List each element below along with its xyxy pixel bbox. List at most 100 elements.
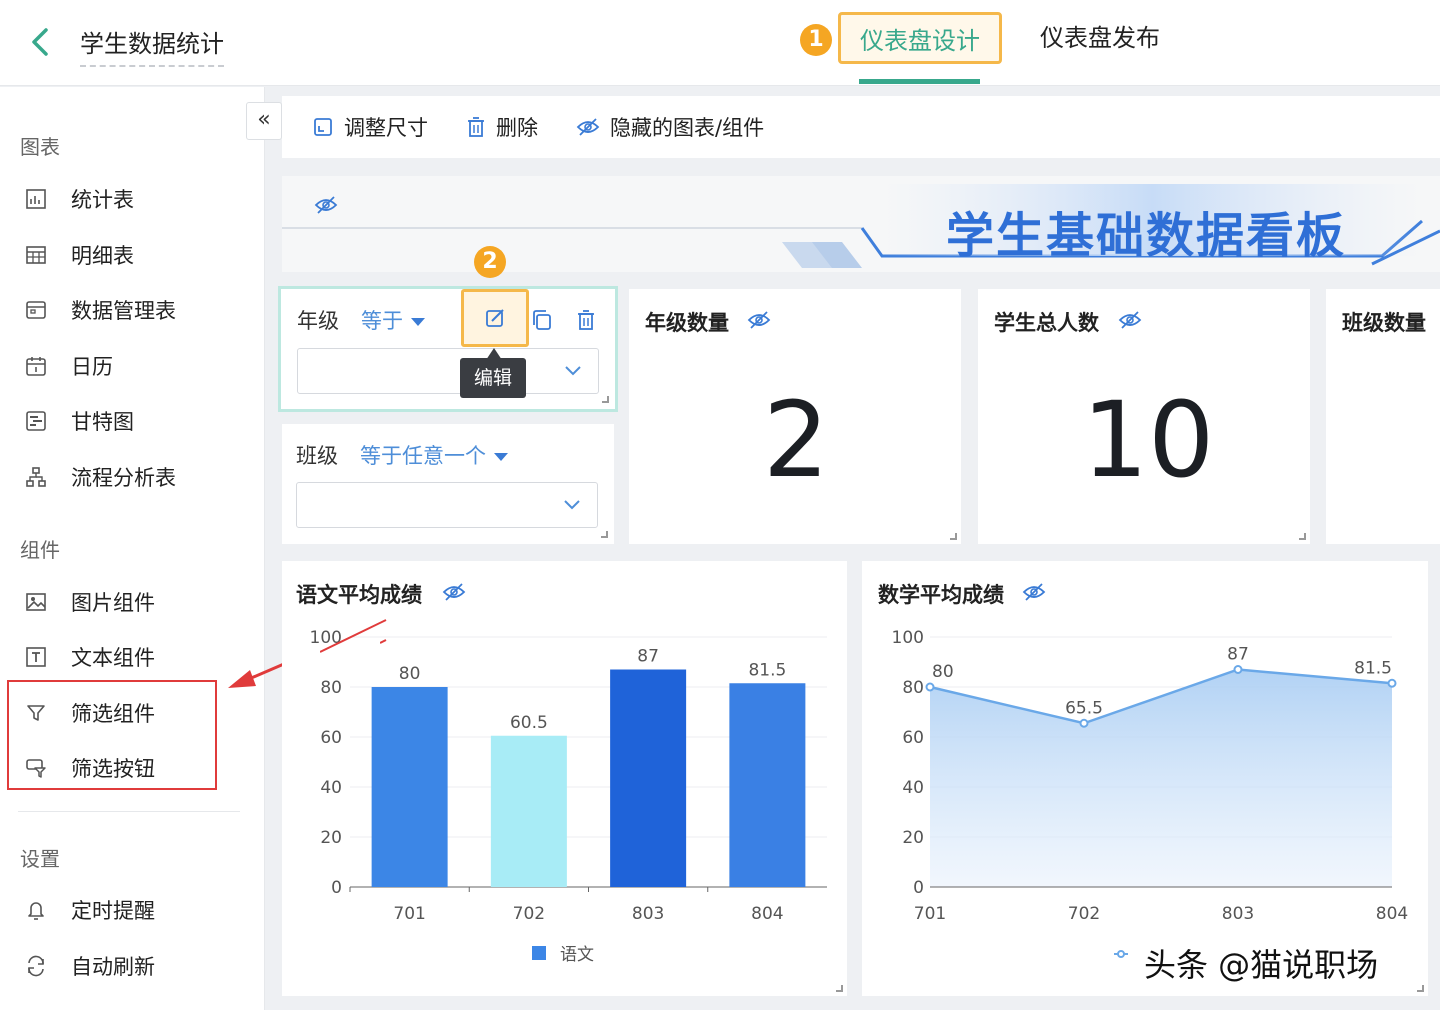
x-tick-label: 701 [914, 904, 946, 924]
y-tick-label: 40 [320, 778, 342, 798]
sidebar-item-data-manage[interactable]: 数据管理表 [0, 290, 240, 330]
data-label: 81.5 [748, 660, 786, 680]
filter-field-label: 班级 [296, 444, 338, 468]
x-tick-label: 803 [632, 904, 664, 924]
stat-table-icon [26, 189, 46, 209]
class-select[interactable] [296, 482, 598, 528]
grade-select[interactable] [297, 348, 599, 394]
sidebar-item-detail-table[interactable]: 明细表 [0, 235, 240, 275]
data-point [1233, 665, 1243, 674]
filter-operator-dropdown[interactable]: 等于 [361, 305, 425, 335]
sidebar-item-image[interactable]: 图片组件 [0, 582, 240, 622]
gantt-icon [26, 411, 46, 431]
sidebar-item-gantt[interactable]: 甘特图 [0, 401, 240, 441]
kpi-value: 2 [763, 379, 830, 501]
annotation-arrow-tail [320, 619, 387, 653]
filter-card-class[interactable]: 班级 等于任意一个 [282, 424, 614, 544]
eye-off-icon [576, 118, 600, 136]
filter-operator-dropdown[interactable]: 等于任意一个 [360, 440, 508, 470]
detail-table-icon [26, 246, 46, 264]
kpi-title: 学生总人数 [994, 311, 1099, 335]
tab-dashboard-publish[interactable]: 仪表盘发布 [1020, 12, 1180, 64]
kpi-value: 10 [1082, 379, 1215, 501]
chart-card-math[interactable]: 数学平均成绩 0 20 40 60 80 100 80 701 65.5 702 87 803 81.5… [862, 561, 1428, 996]
kpi-title: 年级数量 [645, 311, 729, 335]
resize-handle[interactable] [950, 533, 957, 540]
section-label-components: 组件 [20, 538, 60, 562]
caret-down-icon [411, 318, 425, 326]
x-tick-label: 804 [1376, 904, 1408, 924]
chevron-down-icon [565, 366, 581, 376]
hidden-label: 隐藏的图表/组件 [610, 116, 765, 140]
bar [371, 687, 448, 887]
edit-button[interactable] [461, 289, 529, 347]
x-tick-label: 804 [751, 904, 783, 924]
data-label: 65.5 [1065, 698, 1103, 718]
resize-handle[interactable] [601, 531, 608, 538]
sidebar: 图表 统计表 明细表 数据管理表 日历 甘特图 流程分析表 组件 图片组件 文本… [0, 87, 265, 1010]
sidebar-item-calendar[interactable]: 日历 [0, 346, 240, 386]
resize-handle[interactable] [1417, 985, 1424, 992]
kpi-card-class-count[interactable]: 班级数量 [1326, 289, 1440, 544]
delete-label: 删除 [496, 116, 538, 140]
step-badge-1: 1 [800, 24, 832, 56]
tab-dashboard-design[interactable]: 仪表盘设计 [838, 12, 1002, 64]
sidebar-item-text[interactable]: 文本组件 [0, 637, 240, 677]
y-tick-label: 20 [902, 828, 924, 848]
data-label: 80 [932, 662, 954, 682]
eye-off-icon[interactable] [1118, 309, 1142, 331]
image-icon [26, 593, 46, 611]
data-label: 60.5 [510, 713, 548, 733]
data-manage-icon [26, 301, 46, 319]
copy-icon[interactable] [531, 309, 553, 331]
filter-operator-label: 等于 [361, 309, 403, 333]
back-arrow-icon[interactable] [26, 24, 56, 60]
kpi-card-student-total[interactable]: 学生总人数 10 [978, 289, 1310, 544]
app-title[interactable]: 学生数据统计 [80, 24, 224, 67]
filter-operator-label: 等于任意一个 [360, 444, 486, 468]
resize-icon [314, 118, 332, 136]
y-tick-label: 60 [320, 728, 342, 748]
sidebar-item-label: 文本组件 [71, 646, 155, 670]
resize-handle[interactable] [1299, 533, 1306, 540]
dashboard-banner: 学生基础数据看板 [282, 176, 1440, 272]
sidebar-item-label: 日历 [71, 355, 113, 379]
bar [610, 669, 687, 887]
top-bar: 学生数据统计 1 仪表盘设计 仪表盘发布 [0, 0, 1440, 86]
y-tick-label: 0 [331, 878, 342, 898]
sidebar-item-stat-table[interactable]: 统计表 [0, 179, 240, 219]
data-label: 87 [637, 647, 659, 667]
data-label: 87 [1227, 645, 1249, 665]
kpi-card-grade-count[interactable]: 年级数量 2 [629, 289, 961, 544]
sidebar-item-auto-refresh[interactable]: 自动刷新 [0, 946, 240, 986]
trash-icon[interactable] [576, 309, 596, 331]
calendar-icon [26, 357, 46, 376]
y-tick-label: 0 [913, 878, 924, 898]
collapse-sidebar-button[interactable]: « [246, 102, 282, 140]
highlight-box-filter-items [7, 680, 217, 790]
sidebar-item-reminder[interactable]: 定时提醒 [0, 890, 240, 930]
sidebar-item-flow[interactable]: 流程分析表 [0, 457, 240, 497]
section-label-charts: 图表 [20, 135, 60, 159]
active-tab-indicator [859, 79, 980, 84]
resize-handle[interactable] [602, 396, 609, 403]
y-tick-label: 100 [892, 628, 924, 648]
data-point [1079, 718, 1089, 728]
x-tick-label: 702 [513, 904, 545, 924]
sidebar-item-label: 自动刷新 [71, 955, 155, 979]
y-tick-label: 20 [320, 828, 342, 848]
kpi-title: 班级数量 [1342, 311, 1426, 335]
y-tick-label: 80 [902, 678, 924, 698]
resize-handle[interactable] [836, 985, 843, 992]
banner-title: 学生基础数据看板 [946, 208, 1347, 264]
legend-label: 语文 [560, 945, 594, 965]
step-badge-2: 2 [474, 246, 506, 278]
y-tick-label: 40 [902, 778, 924, 798]
hidden-components-button[interactable]: 隐藏的图表/组件 [576, 112, 764, 142]
resize-button[interactable]: 调整尺寸 [312, 112, 428, 142]
delete-button[interactable]: 删除 [466, 112, 538, 142]
filter-card-grade[interactable]: 年级 等于 [278, 286, 618, 412]
eye-off-icon[interactable] [747, 309, 771, 331]
bar [490, 735, 567, 887]
refresh-icon [28, 955, 44, 977]
